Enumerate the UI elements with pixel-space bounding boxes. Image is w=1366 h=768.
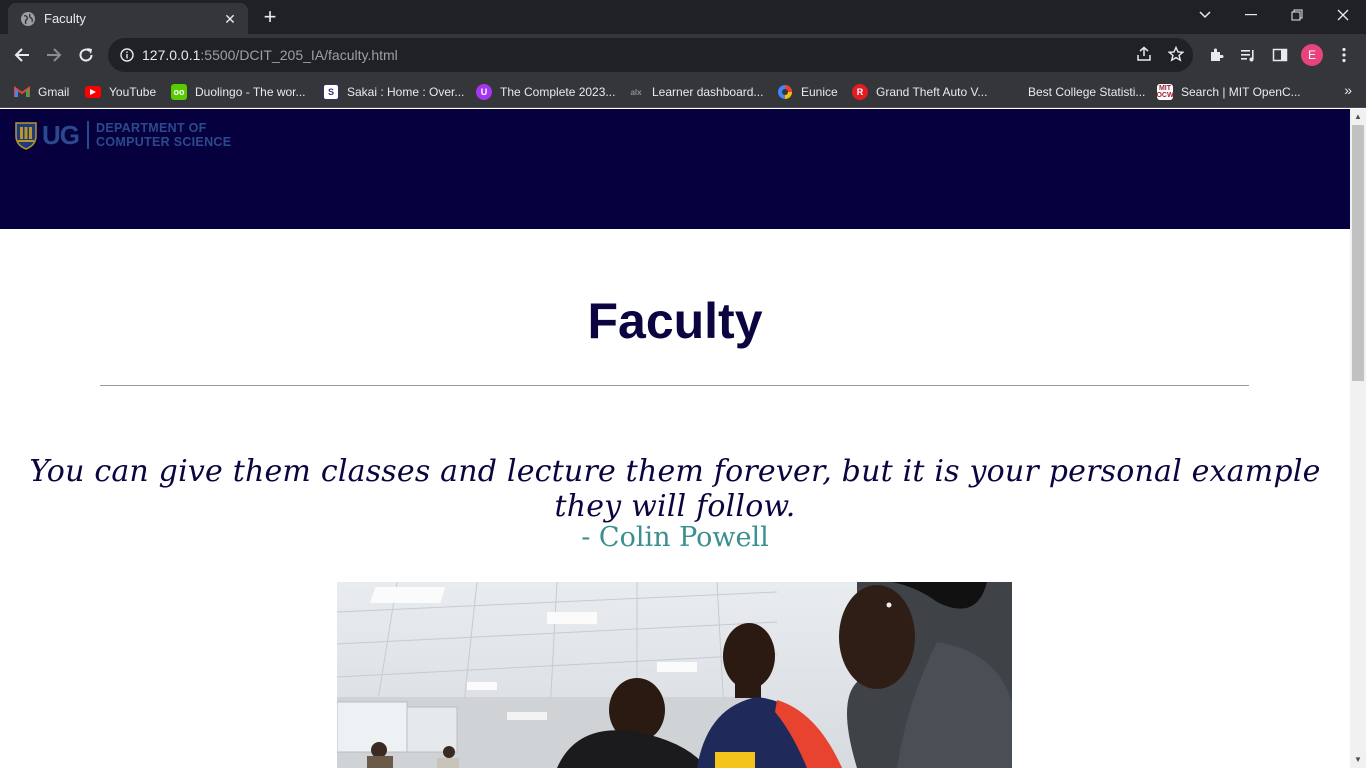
logo-ug-text: UG (42, 119, 80, 150)
browser-toolbar: 127.0.0.1:5500/DCIT_205_IA/faculty.html … (0, 34, 1366, 76)
ug-dcs-logo[interactable]: UG DEPARTMENT OF COMPUTER SCIENCE (14, 119, 231, 151)
address-bar[interactable]: 127.0.0.1:5500/DCIT_205_IA/faculty.html (108, 38, 1193, 72)
bookmark-mit-ocw[interactable]: MIT OCW Search | MIT OpenC... (1156, 81, 1301, 103)
page-scrollbar[interactable]: ▲ ▼ (1350, 109, 1366, 768)
quote-text: You can give them classes and lecture th… (29, 454, 1321, 524)
url-host: 127.0.0.1 (142, 47, 201, 63)
bookmark-label: Gmail (38, 85, 70, 99)
circle-logo-icon (777, 84, 793, 100)
scroll-up-arrow-icon[interactable]: ▲ (1350, 109, 1366, 125)
media-control-icon[interactable] (1236, 43, 1260, 67)
minimize-button[interactable] (1228, 0, 1274, 30)
page-viewport: UG DEPARTMENT OF COMPUTER SCIENCE Facult… (0, 109, 1350, 768)
logo-department-text: DEPARTMENT OF COMPUTER SCIENCE (96, 121, 231, 149)
logo-dept-line1: DEPARTMENT OF (96, 121, 207, 135)
title-divider (100, 385, 1249, 386)
bookmark-udemy[interactable]: U The Complete 2023... (476, 81, 615, 103)
gmail-icon (14, 84, 30, 100)
ug-crest-icon (14, 120, 38, 150)
bookmark-label: Learner dashboard... (652, 85, 764, 99)
bookmark-label: Eunice (801, 85, 838, 99)
page-title: Faculty (587, 293, 763, 349)
bookmarks-bar: Gmail YouTube oo Duolingo - The wor... S… (0, 76, 1366, 108)
close-tab-icon[interactable]: ✕ (222, 11, 238, 27)
alx-icon: alx (630, 87, 642, 97)
bookmark-label: The Complete 2023... (500, 85, 616, 99)
bookmark-star-icon[interactable] (1164, 42, 1188, 66)
blank-icon (1004, 84, 1020, 100)
reload-button[interactable] (72, 41, 100, 69)
bookmark-duolingo[interactable]: oo Duolingo - The wor... (171, 81, 306, 103)
faculty-students-photo (337, 582, 1012, 768)
duolingo-icon: oo (171, 84, 187, 100)
close-window-button[interactable] (1320, 0, 1366, 30)
new-tab-button[interactable]: + (258, 6, 282, 30)
udemy-icon: U (476, 84, 492, 100)
menu-kebab-icon[interactable] (1332, 43, 1356, 67)
site-header: UG DEPARTMENT OF COMPUTER SCIENCE (0, 109, 1350, 229)
tab-strip: Faculty ✕ + (0, 0, 1366, 34)
bookmark-gmail[interactable]: Gmail (14, 81, 69, 103)
quote-author: - Colin Powell (581, 522, 769, 553)
bookmark-eunice[interactable]: Eunice (777, 81, 838, 103)
bookmark-label: Grand Theft Auto V... (876, 85, 988, 99)
bookmark-youtube[interactable]: YouTube (85, 81, 156, 103)
url-path: :5500/DCIT_205_IA/faculty.html (200, 47, 398, 63)
side-panel-icon[interactable] (1268, 43, 1292, 67)
back-button[interactable] (8, 41, 36, 69)
forward-button[interactable] (40, 41, 68, 69)
site-info-icon[interactable] (120, 48, 134, 62)
browser-tab[interactable]: Faculty ✕ (8, 3, 248, 34)
url-text: 127.0.0.1:5500/DCIT_205_IA/faculty.html (142, 47, 398, 63)
scrollbar-thumb[interactable] (1352, 125, 1364, 381)
tab-title: Faculty (44, 11, 86, 26)
bookmark-gta[interactable]: R Grand Theft Auto V... (852, 81, 987, 103)
logo-dept-line2: COMPUTER SCIENCE (96, 135, 232, 149)
profile-avatar[interactable]: E (1301, 44, 1323, 66)
bookmark-label: YouTube (109, 85, 157, 99)
bookmark-label: Search | MIT OpenC... (1181, 85, 1301, 99)
extensions-icon[interactable] (1204, 43, 1228, 67)
globe-icon (20, 11, 36, 27)
bookmarks-overflow-button[interactable]: » (1344, 82, 1352, 98)
bookmark-sakai[interactable]: S Sakai : Home : Over... (323, 81, 464, 103)
bookmark-label: Sakai : Home : Over... (347, 85, 465, 99)
mit-ocw-icon: MIT OCW (1156, 84, 1174, 100)
share-icon[interactable] (1132, 42, 1156, 66)
bookmark-label: Best College Statisti... (1028, 85, 1146, 99)
scroll-down-arrow-icon[interactable]: ▼ (1350, 752, 1366, 768)
tab-search-icon[interactable] (1182, 0, 1228, 30)
bookmark-college-stats[interactable]: Best College Statisti... (1004, 81, 1145, 103)
bookmark-label: Duolingo - The wor... (195, 85, 306, 99)
logo-divider (87, 121, 89, 149)
youtube-icon (85, 86, 101, 98)
restore-button[interactable] (1274, 0, 1320, 30)
gta-icon: R (852, 84, 868, 100)
sakai-icon: S (323, 84, 339, 100)
bookmark-alx[interactable]: alx Learner dashboard... (628, 81, 763, 103)
